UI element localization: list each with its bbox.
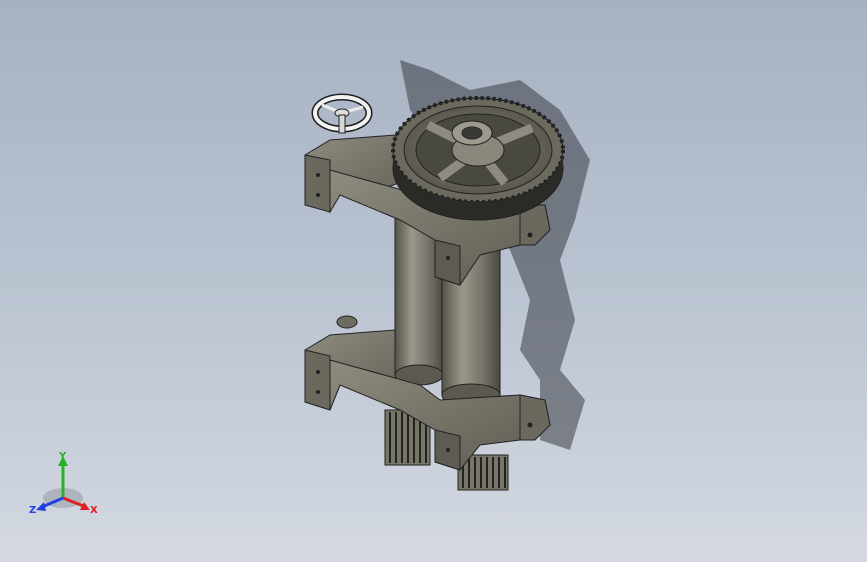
reference-triad[interactable]: Y X Z bbox=[0, 440, 120, 562]
y-axis-label: Y bbox=[59, 451, 67, 462]
z-axis-label: Z bbox=[29, 505, 37, 516]
large-spur-gear[interactable] bbox=[391, 96, 565, 221]
x-axis-label: X bbox=[90, 505, 98, 516]
roller-assembly-model[interactable] bbox=[0, 0, 867, 562]
graphics-viewport[interactable]: Y X Z bbox=[0, 0, 867, 562]
handwheel[interactable] bbox=[311, 93, 373, 134]
z-axis-arrow bbox=[36, 502, 46, 511]
